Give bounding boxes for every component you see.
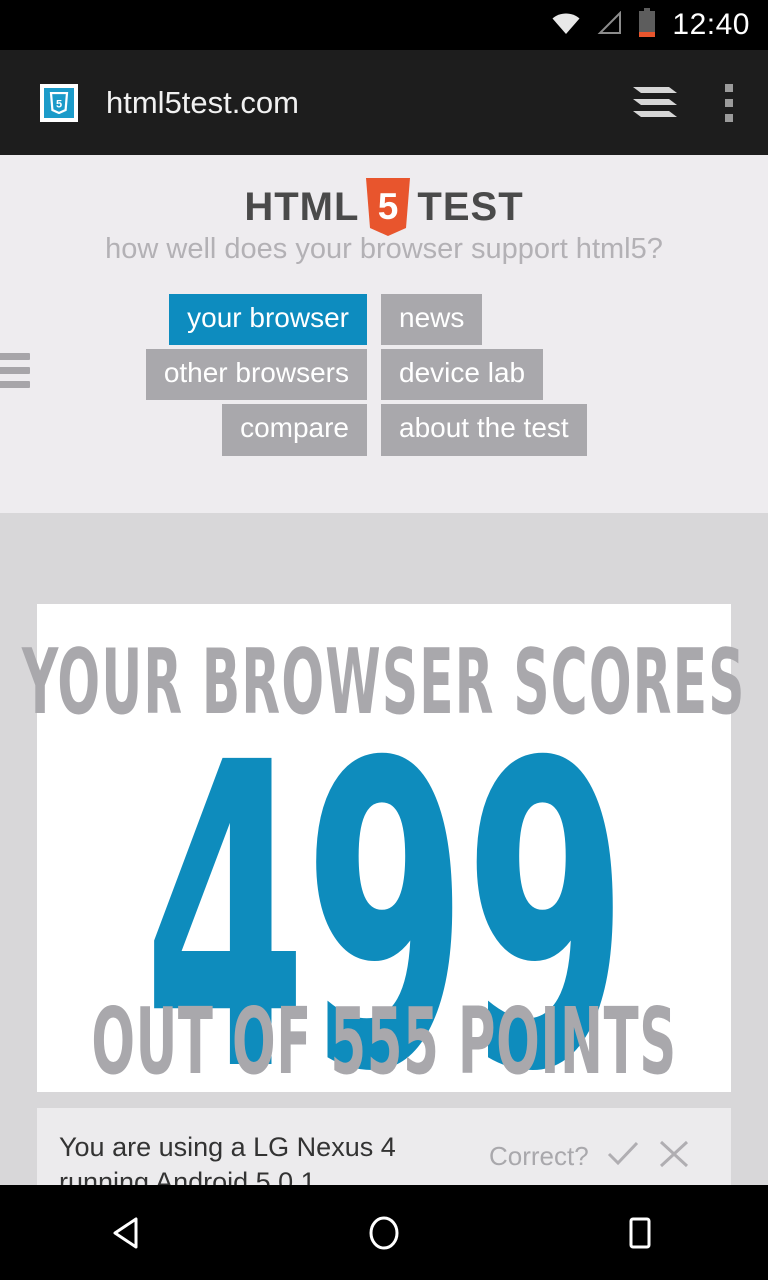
browser-toolbar: 5 html5test.com <box>0 50 768 155</box>
recents-square-icon[interactable] <box>565 1211 715 1255</box>
status-icons <box>550 7 656 43</box>
nav-col-right: device lab <box>367 349 591 401</box>
menu-dot <box>725 83 733 92</box>
close-icon[interactable] <box>657 1138 691 1175</box>
url-bar[interactable]: html5test.com <box>106 85 620 121</box>
nav-item-compare[interactable]: compare <box>222 404 367 456</box>
nav-item-device-lab[interactable]: device lab <box>381 349 544 401</box>
home-circle-icon[interactable] <box>309 1211 459 1255</box>
nav-col-right: news <box>367 294 591 346</box>
site-header: HTML 5 TEST how well does your browser s… <box>0 155 768 513</box>
correct-label: Correct? <box>489 1141 589 1171</box>
hamburger-bar <box>0 367 30 374</box>
check-icon[interactable] <box>605 1139 641 1174</box>
menu-dot <box>725 113 733 122</box>
android-nav-bar <box>0 1185 768 1280</box>
hamburger-bar <box>0 353 30 360</box>
html5-favicon-icon: 5 <box>40 83 78 122</box>
battery-icon <box>638 7 656 43</box>
phone-screen: 12:40 5 html5test.com HTML 5 TEST how we… <box>0 0 768 1280</box>
logo-text-left: HTML <box>244 184 360 229</box>
back-triangle-icon[interactable] <box>53 1211 203 1255</box>
wifi-icon <box>550 11 582 40</box>
nav-item-news[interactable]: news <box>381 294 483 346</box>
svg-text:5: 5 <box>378 186 399 227</box>
overflow-menu-icon[interactable] <box>690 83 768 122</box>
nav-col-left: compare <box>177 404 367 456</box>
site-nav: your browser news other browsers device … <box>0 294 768 456</box>
nav-col-right: about the test <box>367 404 591 456</box>
nav-item-about-the-test[interactable]: about the test <box>381 404 587 456</box>
device-info-text: You are using a LG Nexus 4 running Andro… <box>59 1132 396 1185</box>
score-max-label: OUT OF 555 POINTS <box>91 988 677 1095</box>
tabs-stack-icon[interactable] <box>620 79 690 127</box>
hamburger-menu-icon[interactable] <box>0 353 30 395</box>
menu-dot <box>725 98 733 107</box>
cell-signal-icon <box>596 10 624 40</box>
nav-col-left: other browsers <box>145 349 367 401</box>
nav-item-other-browsers[interactable]: other browsers <box>145 349 367 401</box>
nav-item-your-browser[interactable]: your browser <box>169 294 367 346</box>
nav-row: compare about the test <box>177 404 591 456</box>
hamburger-bar <box>0 381 30 388</box>
nav-row: your browser news <box>169 294 591 346</box>
nav-row: other browsers device lab <box>145 349 591 401</box>
logo-text-right: TEST <box>417 184 524 229</box>
nav-col-left: your browser <box>169 294 367 346</box>
score-card: YOUR BROWSER SCORES 499 OUT OF 555 POINT… <box>22 604 745 1164</box>
device-info-bar: You are using a LG Nexus 4 running Andro… <box>37 1108 731 1185</box>
status-bar-clock: 12:40 <box>672 8 750 41</box>
html5-shield-icon: 5 <box>363 176 413 238</box>
android-status-bar: 12:40 <box>0 0 768 50</box>
device-confirm-controls: Correct? <box>489 1130 691 1175</box>
site-logo[interactable]: HTML 5 TEST <box>0 155 768 236</box>
score-value: 499 <box>143 675 627 1164</box>
svg-text:5: 5 <box>56 98 62 110</box>
